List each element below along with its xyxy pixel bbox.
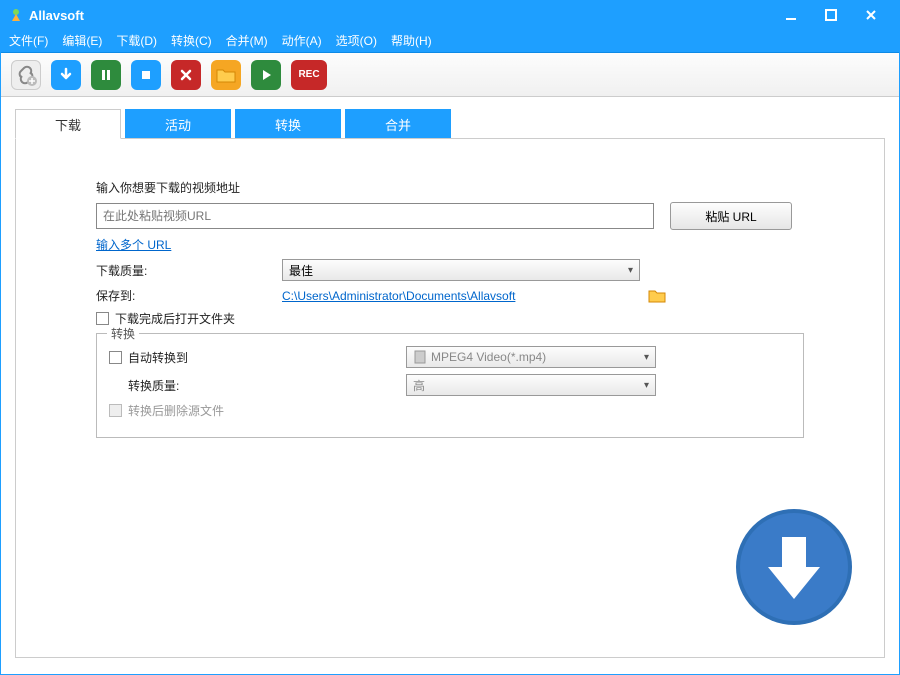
delete-source-checkbox	[109, 404, 122, 417]
menu-file[interactable]: 文件(F)	[9, 32, 48, 49]
tab-activity[interactable]: 活动	[125, 109, 231, 139]
download-button[interactable]	[51, 60, 81, 90]
tab-merge[interactable]: 合并	[345, 109, 451, 139]
menu-option[interactable]: 选项(O)	[336, 32, 377, 49]
menu-help[interactable]: 帮助(H)	[391, 32, 432, 49]
stop-button[interactable]	[131, 60, 161, 90]
browse-folder-icon[interactable]	[648, 289, 666, 303]
menu-convert[interactable]: 转换(C)	[171, 32, 212, 49]
auto-convert-label: 自动转换到	[128, 349, 406, 366]
download-panel: 输入你想要下载的视频地址 粘贴 URL 输入多个 URL 下载质量: 最佳 保存…	[15, 138, 885, 658]
delete-button[interactable]	[171, 60, 201, 90]
tab-download[interactable]: 下载	[15, 109, 121, 139]
tabs: 下载 活动 转换 合并	[15, 109, 885, 139]
menu-action[interactable]: 动作(A)	[282, 32, 322, 49]
open-folder-checkbox[interactable]	[96, 312, 109, 325]
app-logo-icon	[9, 8, 23, 22]
titlebar: Allavsoft	[1, 1, 899, 29]
saveto-label: 保存到:	[96, 287, 282, 304]
saveto-path-link[interactable]: C:\Users\Administrator\Documents\Allavso…	[282, 289, 640, 303]
play-button[interactable]	[251, 60, 281, 90]
convert-quality-select[interactable]: 高	[406, 374, 656, 396]
file-icon	[413, 350, 427, 364]
record-button[interactable]: REC	[291, 60, 327, 90]
delete-source-label: 转换后删除源文件	[128, 402, 224, 419]
open-folder-button[interactable]	[211, 60, 241, 90]
menu-download[interactable]: 下载(D)	[116, 32, 157, 49]
url-prompt-label: 输入你想要下载的视频地址	[96, 179, 240, 196]
app-window: Allavsoft 文件(F) 编辑(E) 下载(D) 转换(C) 合并(M) …	[0, 0, 900, 675]
pause-button[interactable]	[91, 60, 121, 90]
auto-convert-checkbox[interactable]	[109, 351, 122, 364]
menu-edit[interactable]: 编辑(E)	[62, 32, 102, 49]
tab-convert[interactable]: 转换	[235, 109, 341, 139]
minimize-button[interactable]	[771, 1, 811, 29]
quality-label: 下载质量:	[96, 262, 282, 279]
paste-url-button[interactable]: 粘贴 URL	[670, 202, 792, 230]
convert-quality-label: 转换质量:	[109, 377, 406, 394]
format-select[interactable]: MPEG4 Video(*.mp4)	[406, 346, 656, 368]
multi-url-link[interactable]: 输入多个 URL	[96, 236, 171, 253]
convert-legend: 转换	[107, 325, 139, 342]
close-button[interactable]	[851, 1, 891, 29]
url-input[interactable]	[96, 203, 654, 229]
menubar: 文件(F) 编辑(E) 下载(D) 转换(C) 合并(M) 动作(A) 选项(O…	[1, 29, 899, 53]
maximize-button[interactable]	[811, 1, 851, 29]
toolbar: REC	[1, 53, 899, 97]
add-link-button[interactable]	[11, 60, 41, 90]
app-title: Allavsoft	[29, 8, 84, 23]
quality-select[interactable]: 最佳	[282, 259, 640, 281]
content-area: 下载 活动 转换 合并 输入你想要下载的视频地址 粘贴 URL 输入多个 URL…	[1, 97, 899, 674]
big-download-button[interactable]	[734, 507, 854, 627]
convert-fieldset: 转换 自动转换到 MPEG4 Video(*.mp4) 转换质量: 高 转换后删…	[96, 333, 804, 438]
menu-merge[interactable]: 合并(M)	[226, 32, 268, 49]
